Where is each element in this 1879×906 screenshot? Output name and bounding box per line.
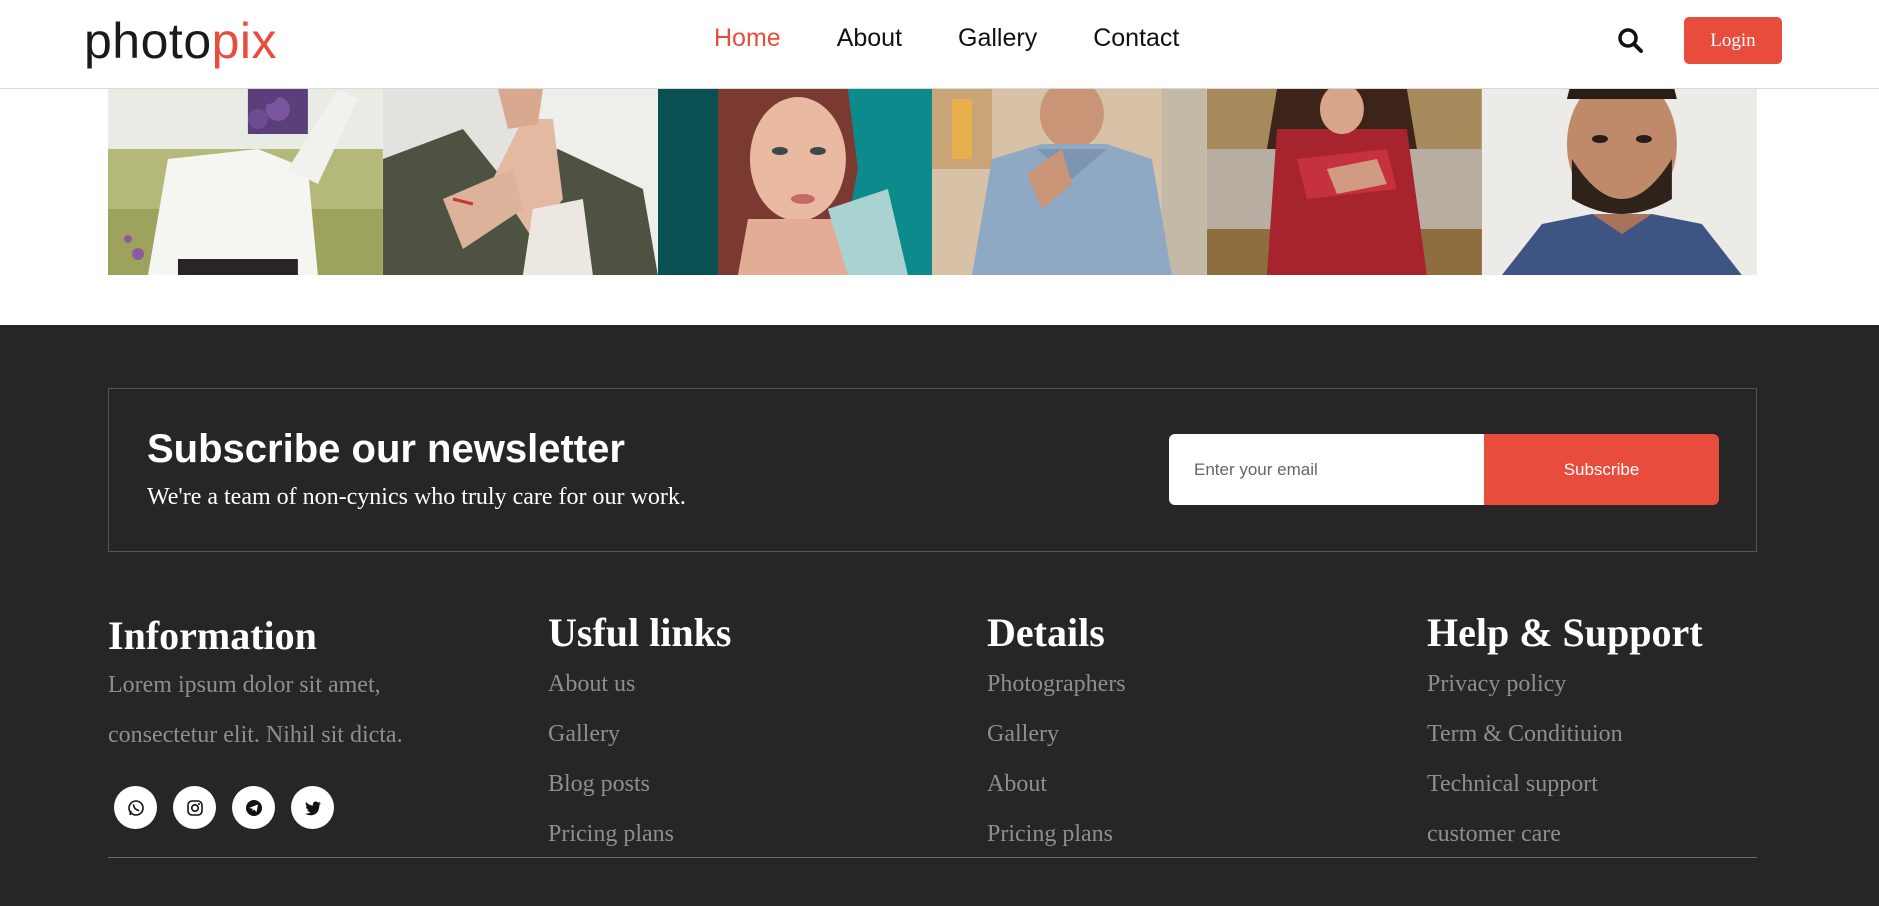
footer-link-photographers[interactable]: Photographers: [987, 669, 1126, 719]
newsletter-subtitle: We're a team of non-cynics who truly car…: [147, 484, 686, 510]
gallery-photo-woman-portrait-teal[interactable]: [657, 89, 933, 275]
footer-link-gallery[interactable]: Gallery: [548, 719, 731, 769]
nav-home[interactable]: Home: [714, 24, 781, 53]
information-heading: Information: [108, 613, 317, 658]
site-header: photopix Home About Gallery Contact Logi…: [0, 0, 1879, 89]
logo-accent: pix: [211, 13, 278, 69]
login-button[interactable]: Login: [1684, 17, 1782, 64]
gallery-photo-bearded-man-portrait[interactable]: [1482, 89, 1757, 275]
nav-gallery[interactable]: Gallery: [958, 24, 1037, 53]
newsletter-title: Subscribe our newsletter: [147, 427, 625, 471]
instagram-icon[interactable]: [173, 786, 216, 829]
information-text-2: consectetur elit. Nihil sit dicta.: [108, 722, 403, 748]
gallery-photo-man-in-polo[interactable]: [932, 89, 1208, 275]
nav-contact[interactable]: Contact: [1093, 24, 1179, 53]
useful-links-heading: Usful links: [548, 610, 732, 655]
footer-help-support: Help & Support Privacy policy Term & Con…: [1427, 613, 1703, 869]
footer-link-terms[interactable]: Term & Conditiuion: [1427, 719, 1703, 769]
footer-link-blog-posts[interactable]: Blog posts: [548, 769, 731, 819]
footer-link-about-us[interactable]: About us: [548, 669, 731, 719]
footer-link-technical-support[interactable]: Technical support: [1427, 769, 1703, 819]
footer-link-privacy-policy[interactable]: Privacy policy: [1427, 669, 1703, 719]
gallery-photo-person-in-jacket[interactable]: [382, 89, 658, 275]
footer-link-customer-care[interactable]: customer care: [1427, 819, 1703, 869]
email-input[interactable]: [1169, 434, 1484, 505]
subscribe-button[interactable]: Subscribe: [1484, 434, 1719, 505]
logo-main: photo: [84, 13, 212, 69]
main-nav: Home About Gallery Contact: [714, 24, 1179, 53]
footer-divider: [108, 857, 1757, 858]
newsletter-box: Subscribe our newsletter We're a team of…: [108, 388, 1757, 552]
twitter-icon[interactable]: [291, 786, 334, 829]
logo[interactable]: photopix: [84, 12, 277, 70]
help-support-heading: Help & Support: [1427, 610, 1703, 655]
nav-about[interactable]: About: [837, 24, 902, 53]
footer-information: Information Lorem ipsum dolor sit amet, …: [108, 613, 403, 760]
gallery-photo-woman-in-red-dress[interactable]: [1207, 89, 1483, 275]
gallery-photo-woman-with-flowers[interactable]: [108, 89, 383, 275]
information-text-1: Lorem ipsum dolor sit amet,: [108, 672, 381, 698]
telegram-icon[interactable]: [232, 786, 275, 829]
footer-useful-links: Usful links About us Gallery Blog posts …: [548, 613, 731, 869]
site-footer: Subscribe our newsletter We're a team of…: [0, 325, 1879, 906]
footer-link-details-about[interactable]: About: [987, 769, 1126, 819]
footer-link-details-pricing[interactable]: Pricing plans: [987, 819, 1126, 869]
social-links: [114, 786, 334, 829]
photo-strip: [108, 89, 1757, 275]
search-icon[interactable]: [1614, 24, 1648, 58]
details-heading: Details: [987, 610, 1105, 655]
footer-link-pricing-plans[interactable]: Pricing plans: [548, 819, 731, 869]
whatsapp-icon[interactable]: [114, 786, 157, 829]
footer-details: Details Photographers Gallery About Pric…: [987, 613, 1126, 869]
footer-link-details-gallery[interactable]: Gallery: [987, 719, 1126, 769]
newsletter-form: Subscribe: [1169, 434, 1719, 505]
